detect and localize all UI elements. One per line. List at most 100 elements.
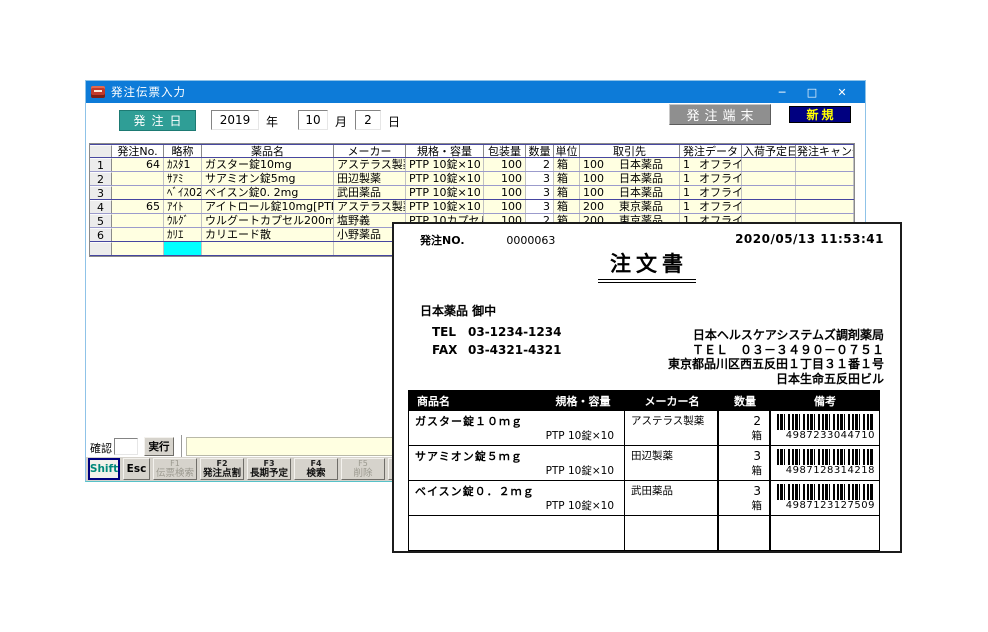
row-number-cell[interactable]: 2 [90, 172, 112, 185]
spec-cell[interactable]: PTP 10錠×10 [406, 172, 484, 185]
maker-cell[interactable]: アステラス製薬 [334, 200, 406, 213]
pack-qty-cell[interactable]: 100 [484, 200, 526, 213]
grid-header-row: 発注No. 略称 薬品名 メーカー 規格・容量 包装量 数量 単位 取引先 発注… [90, 144, 854, 158]
spec-cell[interactable]: PTP 10錠×10 [406, 200, 484, 213]
maker-cell[interactable]: アステラス製薬 [334, 158, 406, 171]
order-form-document: 発注NO. 0000063 2020/05/13 11:53:41 注文書 日本… [392, 222, 902, 553]
maximize-icon[interactable]: □ [797, 81, 827, 103]
vendor-cell[interactable]: 200 東京薬品 [580, 200, 680, 213]
cancel-cell[interactable] [796, 172, 854, 185]
unit-cell[interactable]: 箱 [554, 186, 580, 199]
confirm-label: 確認 [90, 440, 112, 456]
pack-qty-cell[interactable]: 100 [484, 172, 526, 185]
order-no-cell[interactable] [112, 228, 164, 241]
vendor-code: 100 [583, 172, 619, 185]
col-spec-header: 規格・容量 [406, 145, 484, 157]
order-data-cell[interactable]: 1 オフライン [680, 186, 742, 199]
fkey-button[interactable]: F3 長期予定 [247, 458, 291, 480]
abbr-cell[interactable]: ｶﾘｴ [164, 228, 202, 241]
spec-cell[interactable]: PTP 10錠×10 [406, 186, 484, 199]
cancel-cell[interactable] [796, 200, 854, 213]
drug-name-cell[interactable]: カリエード散 [202, 228, 334, 241]
row-number-cell[interactable]: 5 [90, 214, 112, 227]
order-date-month-input[interactable]: 10 [298, 110, 328, 130]
row-number-cell[interactable] [90, 242, 112, 255]
abbr-cell[interactable]: ｳﾙｸﾞ [164, 214, 202, 227]
qty-cell[interactable]: 2 [526, 158, 554, 171]
window-title: 発注伝票入力 [111, 84, 186, 100]
arrival-date-cell[interactable] [742, 172, 796, 185]
fkey-button[interactable]: F5 削除 [341, 458, 385, 480]
vendor-cell[interactable]: 100 日本薬品 [580, 186, 680, 199]
order-no-cell[interactable] [112, 172, 164, 185]
abbr-cell[interactable] [164, 242, 202, 255]
fkey-label: 検索 [306, 469, 325, 479]
col-arrival-header: 入荷予定日 [742, 145, 796, 157]
unit-cell[interactable]: 箱 [554, 172, 580, 185]
abbr-cell[interactable]: ｻｱﾐ [164, 172, 202, 185]
order-date-day-input[interactable]: 2 [355, 110, 381, 130]
fkey-button[interactable]: F1 伝票検索 [153, 458, 197, 480]
execute-button[interactable]: 実行 [144, 437, 174, 456]
minimize-icon[interactable]: ─ [767, 81, 797, 103]
drug-name-cell[interactable] [202, 242, 334, 255]
order-no-cell[interactable]: 65 [112, 200, 164, 213]
order-date-year-input[interactable]: 2019 [211, 110, 259, 130]
vendor-cell[interactable]: 100 日本薬品 [580, 172, 680, 185]
qty-cell[interactable]: 3 [526, 200, 554, 213]
doc-item-qty: 2 [753, 414, 761, 428]
abbr-cell[interactable]: ﾍﾞｲｽ02 [164, 186, 202, 199]
maker-cell[interactable]: 武田薬品 [334, 186, 406, 199]
table-row: 1 64 ｶｽﾀ1 ガスター錠10mg アステラス製薬 PTP 10錠×10 1… [90, 158, 854, 172]
titlebar[interactable]: 発注伝票入力 ─ □ ✕ [86, 81, 865, 103]
pack-qty-cell[interactable]: 100 [484, 158, 526, 171]
esc-key-button[interactable]: Esc [123, 458, 150, 480]
order-no-cell[interactable]: 64 [112, 158, 164, 171]
shift-key-button[interactable]: Shift [88, 458, 120, 480]
drug-name-cell[interactable]: ベイスン錠0. 2mg [202, 186, 334, 199]
order-terminal-button[interactable]: 発注端末 [669, 104, 771, 125]
order-no-cell[interactable] [112, 186, 164, 199]
doc-item-unit: 箱 [752, 428, 763, 443]
new-button[interactable]: 新規 [789, 106, 851, 123]
row-number-cell[interactable]: 6 [90, 228, 112, 241]
fkey-button[interactable]: F2 発注点割 [200, 458, 244, 480]
drug-name-cell[interactable]: ウルグートカプセル200mg [202, 214, 334, 227]
abbr-cell[interactable]: ｱｲﾄ [164, 200, 202, 213]
arrival-date-cell[interactable] [742, 158, 796, 171]
doc-item-unit: 箱 [752, 463, 763, 478]
qty-cell[interactable]: 3 [526, 186, 554, 199]
pack-qty-cell[interactable]: 100 [484, 186, 526, 199]
table-row: 2 ｻｱﾐ サアミオン錠5mg 田辺製薬 PTP 10錠×10 100 3 箱 … [90, 172, 854, 186]
row-number-cell[interactable]: 3 [90, 186, 112, 199]
maker-cell[interactable]: 田辺製薬 [334, 172, 406, 185]
unit-cell[interactable]: 箱 [554, 200, 580, 213]
row-number-cell[interactable]: 4 [90, 200, 112, 213]
vendor-cell[interactable]: 100 日本薬品 [580, 158, 680, 171]
close-icon[interactable]: ✕ [827, 81, 857, 103]
drug-name-cell[interactable]: アイトロール錠10mg[PTP] [202, 200, 334, 213]
arrival-date-cell[interactable] [742, 186, 796, 199]
vendor-name: 東京薬品 [619, 200, 676, 213]
abbr-cell[interactable]: ｶｽﾀ1 [164, 158, 202, 171]
order-no-cell[interactable] [112, 242, 164, 255]
confirm-input[interactable] [114, 438, 138, 455]
order-no-cell[interactable] [112, 214, 164, 227]
doc-item-spec: PTP 10錠×10 [546, 498, 614, 513]
spec-cell[interactable]: PTP 10錠×10 [406, 158, 484, 171]
cancel-cell[interactable] [796, 158, 854, 171]
row-number-cell[interactable]: 1 [90, 158, 112, 171]
cancel-cell[interactable] [796, 186, 854, 199]
drug-name-cell[interactable]: サアミオン錠5mg [202, 172, 334, 185]
arrival-date-cell[interactable] [742, 200, 796, 213]
col-rownum-header [90, 145, 112, 157]
order-data-cell[interactable]: 1 オフライン [680, 172, 742, 185]
doc-order-no-value: 0000063 [506, 234, 555, 247]
drug-name-cell[interactable]: ガスター錠10mg [202, 158, 334, 171]
fkey-button[interactable]: F4 検索 [294, 458, 338, 480]
order-data-cell[interactable]: 1 オフライン [680, 158, 742, 171]
qty-cell[interactable]: 3 [526, 172, 554, 185]
order-data-cell[interactable]: 1 オフライン [680, 200, 742, 213]
unit-cell[interactable]: 箱 [554, 158, 580, 171]
doc-item-maker: アステラス製薬 [625, 411, 719, 445]
